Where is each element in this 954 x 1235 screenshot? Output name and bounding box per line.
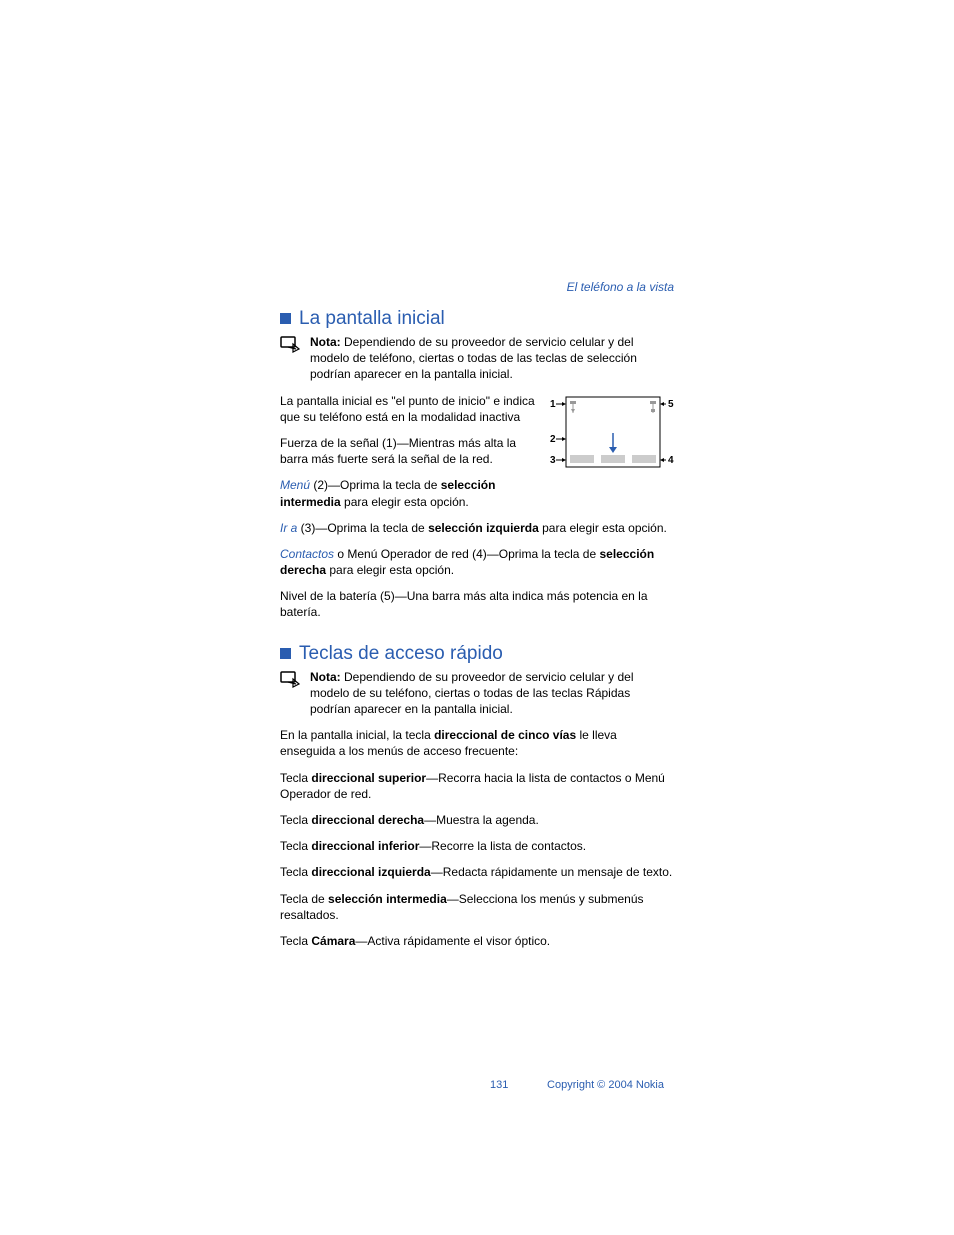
s2-p3: Tecla direccional derecha—Muestra la age… <box>280 812 674 828</box>
s1-p3-a: (2)—Oprima la tecla de <box>310 478 441 492</box>
s1-p3-b: para elegir esta opción. <box>341 495 469 509</box>
s2-p7-bold: Cámara <box>311 934 355 948</box>
s2-p7-a: Tecla <box>280 934 311 948</box>
note-label: Nota: <box>310 335 341 349</box>
page-footer: 131 Copyright © 2004 Nokia <box>280 1079 674 1091</box>
s2-p6-a: Tecla de <box>280 892 328 906</box>
bullet-square-icon <box>280 313 291 324</box>
diag-label-5: 5 <box>668 399 674 410</box>
note-block-2: Nota: Dependiendo de su proveedor de ser… <box>280 669 674 718</box>
s2-p1-bold: direccional de cinco vías <box>434 728 576 742</box>
note-text-1: Nota: Dependiendo de su proveedor de ser… <box>310 334 674 383</box>
s1-p5: Contactos o Menú Operador de red (4)—Opr… <box>280 546 674 578</box>
copyright-text: Copyright © 2004 Nokia <box>547 1079 664 1091</box>
diag-label-1: 1 <box>550 399 556 410</box>
note-text-2: Nota: Dependiendo de su proveedor de ser… <box>310 669 674 718</box>
s2-p4-bold: direccional inferior <box>311 839 419 853</box>
s2-p5-bold: direccional izquierda <box>311 865 430 879</box>
s2-p3-bold: direccional derecha <box>311 813 424 827</box>
document-page: El teléfono a la vista La pantalla inici… <box>0 0 954 1131</box>
s1-p5-b: para elegir esta opción. <box>326 563 454 577</box>
s1-p3: Menú (2)—Oprima la tecla de selección in… <box>280 477 538 509</box>
heading-teclas-acceso: Teclas de acceso rápido <box>280 643 674 665</box>
s2-p5: Tecla direccional izquierda—Redacta rápi… <box>280 864 674 880</box>
note-body: Dependiendo de su proveedor de servicio … <box>310 670 634 716</box>
note-icon <box>280 336 300 383</box>
s2-p3-a: Tecla <box>280 813 311 827</box>
s2-p2: Tecla direccional superior—Recorra hacia… <box>280 770 674 802</box>
s2-p5-b: —Redacta rápidamente un mensaje de texto… <box>431 865 672 879</box>
s2-p7: Tecla Cámara—Activa rápidamente el visor… <box>280 933 674 949</box>
s2-p1-a: En la pantalla inicial, la tecla <box>280 728 434 742</box>
s2-p6: Tecla de selección intermedia—Selecciona… <box>280 891 674 923</box>
s2-p1: En la pantalla inicial, la tecla direcci… <box>280 727 674 759</box>
s2-p6-bold: selección intermedia <box>328 892 447 906</box>
s1-p5-a: o Menú Operador de red (4)—Oprima la tec… <box>334 547 599 561</box>
s1-p4-bold: selección izquierda <box>428 521 539 535</box>
s2-p3-b: —Muestra la agenda. <box>424 813 539 827</box>
s2-p2-a: Tecla <box>280 771 311 785</box>
s2-p4-a: Tecla <box>280 839 311 853</box>
heading-text: La pantalla inicial <box>299 308 445 329</box>
note-block-1: Nota: Dependiendo de su proveedor de ser… <box>280 334 674 383</box>
note-body: Dependiendo de su proveedor de servicio … <box>310 335 637 381</box>
note-icon <box>280 671 300 718</box>
heading-text: Teclas de acceso rápido <box>299 643 503 664</box>
screen-diagram: 1 5 2 3 4 <box>548 393 674 478</box>
menu-link: Menú <box>280 478 310 492</box>
s1-p6: Nivel de la batería (5)—Una barra más al… <box>280 588 674 620</box>
diag-label-4: 4 <box>668 455 674 466</box>
s2-p2-bold: direccional superior <box>311 771 426 785</box>
s2-p7-b: —Activa rápidamente el visor óptico. <box>355 934 550 948</box>
s2-p4: Tecla direccional inferior—Recorre la li… <box>280 838 674 854</box>
header-section-link: El teléfono a la vista <box>280 280 674 294</box>
bullet-square-icon <box>280 648 291 659</box>
diag-label-2: 2 <box>550 434 556 445</box>
s2-p5-a: Tecla <box>280 865 311 879</box>
diag-label-3: 3 <box>550 455 556 466</box>
s1-p4-b: para elegir esta opción. <box>539 521 667 535</box>
ira-link: Ir a <box>280 521 297 535</box>
s1-p1: La pantalla inicial es "el punto de inic… <box>280 393 538 425</box>
s1-p4-a: (3)—Oprima la tecla de <box>297 521 428 535</box>
s2-p4-b: —Recorre la lista de contactos. <box>419 839 586 853</box>
s1-p2: Fuerza de la señal (1)—Mientras más alta… <box>280 435 538 467</box>
s1-p4: Ir a (3)—Oprima la tecla de selección iz… <box>280 520 674 536</box>
heading-pantalla-inicial: La pantalla inicial <box>280 308 674 330</box>
contactos-link: Contactos <box>280 547 334 561</box>
page-number: 131 <box>490 1079 508 1091</box>
note-label: Nota: <box>310 670 341 684</box>
